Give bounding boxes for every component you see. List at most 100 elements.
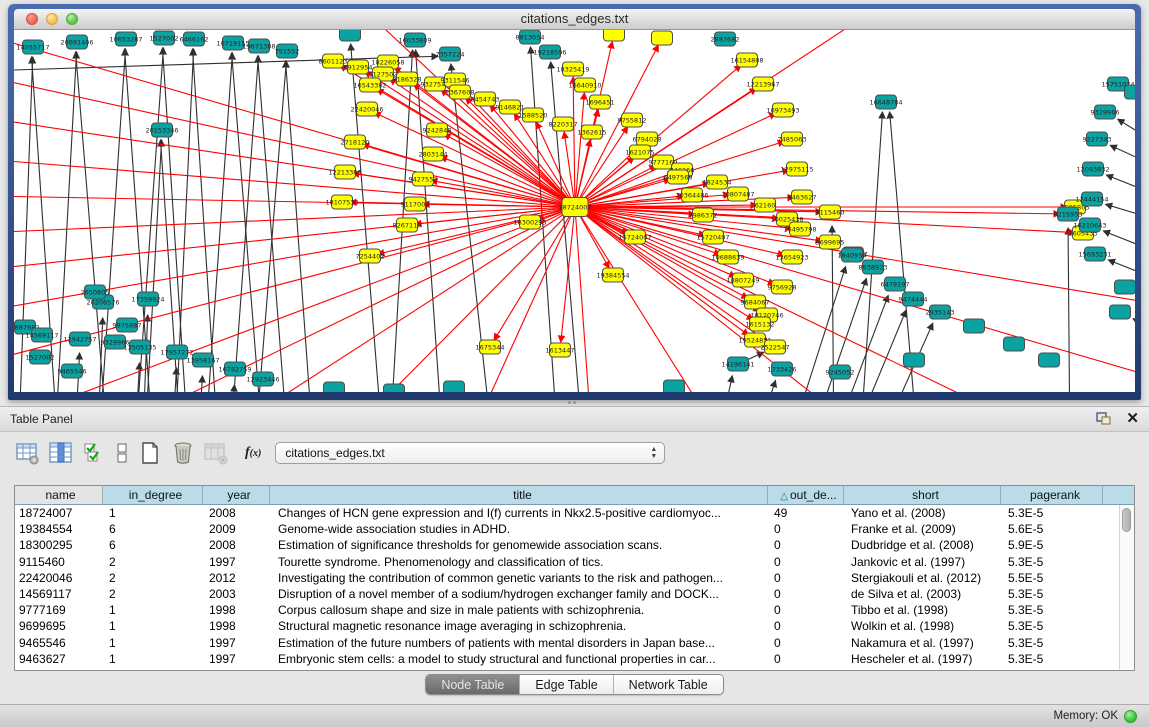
graph-edge[interactable] <box>351 44 384 392</box>
table-row[interactable]: 1938455462009Genome-wide association stu… <box>15 521 1134 537</box>
table-cell[interactable]: 5.3E-5 <box>1001 651 1103 667</box>
table-cell[interactable]: 0 <box>768 586 844 602</box>
graph-edge[interactable] <box>1110 145 1135 170</box>
show-columns-icon[interactable] <box>49 441 73 465</box>
column-header-in_degree[interactable]: in_degree <box>103 486 203 504</box>
graph-edge[interactable] <box>229 385 234 392</box>
table-cell[interactable]: 1997 <box>203 635 270 651</box>
table-cell[interactable]: 0 <box>768 602 844 618</box>
table-cell[interactable]: Changes of HCN gene expression and I(f) … <box>270 505 768 521</box>
table-cell[interactable]: 1998 <box>203 602 270 618</box>
table-cell[interactable]: 0 <box>768 651 844 667</box>
tab-network-table[interactable]: Network Table <box>613 675 723 694</box>
table-cell[interactable]: Stergiakouli et al. (2012) <box>844 570 1001 586</box>
table-cell[interactable]: 5.3E-5 <box>1001 505 1103 521</box>
unselect-all-columns-icon[interactable] <box>115 441 129 465</box>
table-cell[interactable]: Hescheler et al. (1997) <box>844 651 1001 667</box>
graph-node[interactable] <box>1125 85 1136 99</box>
table-cell[interactable]: Dudbridge et al. (2008) <box>844 537 1001 553</box>
table-cell[interactable]: 2 <box>103 586 203 602</box>
table-cell[interactable]: 5.3E-5 <box>1001 602 1103 618</box>
table-cell[interactable]: 0 <box>768 570 844 586</box>
graph-node[interactable] <box>604 30 625 41</box>
table-cell[interactable]: 2008 <box>203 537 270 553</box>
citation-edge[interactable] <box>320 207 575 392</box>
graph-edge[interactable] <box>134 363 140 392</box>
table-cell[interactable]: 2008 <box>203 505 270 521</box>
graph-edge[interactable] <box>1118 119 1135 148</box>
delete-table-icon[interactable] <box>204 441 228 465</box>
column-header-year[interactable]: year <box>203 486 270 504</box>
table-selector-dropdown[interactable]: citations_edges.txt ▲▼ <box>275 442 665 464</box>
table-row[interactable]: 1872400712008Changes of HCN gene express… <box>15 505 1134 521</box>
graph-edge[interactable] <box>1108 260 1135 282</box>
minimize-window-button[interactable] <box>46 13 58 25</box>
table-cell[interactable]: Tourette syndrome. Phenomenology and cla… <box>270 554 768 570</box>
citation-edge[interactable] <box>444 134 575 207</box>
table-row[interactable]: 1830029562008Estimation of significance … <box>15 537 1134 553</box>
graph-edge[interactable] <box>229 56 258 392</box>
table-cell[interactable]: 1 <box>103 651 203 667</box>
graph-edge[interactable] <box>714 376 732 392</box>
table-cell[interactable]: 1 <box>103 618 203 634</box>
table-cell[interactable]: 5.6E-5 <box>1001 521 1103 537</box>
graph-node[interactable] <box>664 380 685 392</box>
graph-edge[interactable] <box>286 61 314 392</box>
graph-node[interactable] <box>384 384 405 392</box>
graph-edge[interactable] <box>174 49 194 392</box>
table-cell[interactable]: 14569117 <box>15 586 103 602</box>
table-cell[interactable]: 5.9E-5 <box>1001 537 1103 553</box>
graph-edge[interactable] <box>1106 204 1135 222</box>
table-cell[interactable]: 1 <box>103 602 203 618</box>
table-cell[interactable]: 9115460 <box>15 554 103 570</box>
table-cell[interactable]: 0 <box>768 521 844 537</box>
close-panel-icon[interactable]: ✕ <box>1126 412 1139 426</box>
column-header-short[interactable]: short <box>844 486 1001 504</box>
create-new-column-icon[interactable] <box>138 441 162 465</box>
graph-node[interactable] <box>652 31 673 45</box>
graph-edge[interactable] <box>890 112 919 392</box>
citation-edge[interactable] <box>14 195 575 207</box>
table-cell[interactable]: 5.3E-5 <box>1001 586 1103 602</box>
table-cell[interactable]: 1997 <box>203 651 270 667</box>
table-cell[interactable]: Estimation of significance thresholds fo… <box>270 537 768 553</box>
graph-edge[interactable] <box>1133 319 1135 335</box>
graph-node[interactable] <box>1004 337 1025 351</box>
graph-edge[interactable] <box>844 310 906 392</box>
table-scrollbar-thumb[interactable] <box>1122 508 1131 532</box>
graph-node[interactable] <box>964 319 985 333</box>
table-cell[interactable]: 2 <box>103 554 203 570</box>
tab-node-table[interactable]: Node Table <box>426 675 519 694</box>
graph-node[interactable] <box>444 381 465 392</box>
table-cell[interactable]: 18724007 <box>15 505 103 521</box>
table-cell[interactable]: 9463627 <box>15 651 103 667</box>
table-cell[interactable]: Tibbo et al. (1998) <box>844 602 1001 618</box>
table-cell[interactable]: 0 <box>768 618 844 634</box>
table-cell[interactable]: 0 <box>768 537 844 553</box>
close-window-button[interactable] <box>26 13 38 25</box>
citation-edge[interactable] <box>14 207 575 235</box>
column-header-name[interactable]: name <box>15 486 103 504</box>
delete-columns-icon[interactable] <box>171 441 195 465</box>
graph-edge[interactable] <box>193 49 219 392</box>
network-window-titlebar[interactable]: citations_edges.txt <box>14 9 1135 30</box>
table-row[interactable]: 2242004622012Investigating the contribut… <box>15 570 1134 586</box>
table-cell[interactable]: 22420046 <box>15 570 103 586</box>
table-cell[interactable]: 49 <box>768 505 844 521</box>
table-cell[interactable]: 0 <box>768 635 844 651</box>
table-cell[interactable]: Estimation of the future numbers of pati… <box>270 635 768 651</box>
table-cell[interactable]: 2009 <box>203 521 270 537</box>
graph-edge[interactable] <box>232 53 264 392</box>
table-row[interactable]: 946554611997Estimation of the future num… <box>15 635 1134 651</box>
table-cell[interactable]: 19384554 <box>15 521 103 537</box>
citation-edge[interactable] <box>573 77 575 207</box>
citation-edge[interactable] <box>575 93 584 207</box>
table-cell[interactable]: 2003 <box>203 586 270 602</box>
table-cell[interactable]: 0 <box>768 554 844 570</box>
table-cell[interactable]: 1997 <box>203 554 270 570</box>
table-cell[interactable]: Investigating the contribution of common… <box>270 570 768 586</box>
table-cell[interactable]: Structural magnetic resonance image aver… <box>270 618 768 634</box>
graph-node[interactable] <box>1115 280 1136 294</box>
table-row[interactable]: 946362711997Embryonic stem cells: a mode… <box>15 651 1134 667</box>
table-row[interactable]: 1456911722003Disruption of a novel membe… <box>15 586 1134 602</box>
